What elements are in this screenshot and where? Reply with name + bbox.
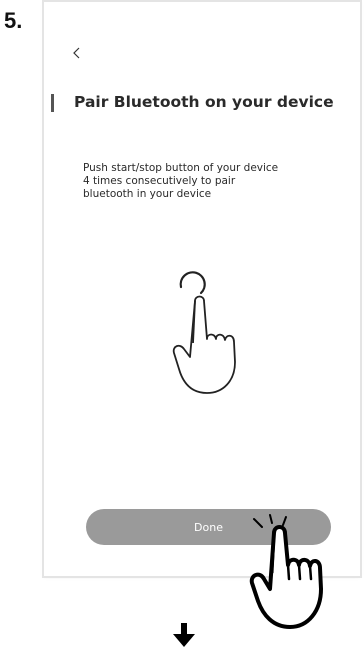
page-title: Pair Bluetooth on your device [74, 93, 334, 111]
instructions-text: Push start/stop button of your device 4 … [83, 162, 343, 201]
instructions-line-3: bluetooth in your device [83, 188, 212, 200]
down-arrow-icon [173, 623, 195, 647]
phone-screen: Pair Bluetooth on your device Push start… [44, 2, 360, 576]
back-button[interactable] [68, 44, 86, 62]
step-number: 5. [4, 8, 23, 33]
instructions-line-2: 4 times consecutively to pair [83, 175, 236, 187]
chevron-left-icon [73, 47, 80, 59]
title-accent-bar [51, 94, 54, 112]
pointing-hand-icon [249, 514, 323, 629]
hand-pressing-button-icon [172, 271, 236, 394]
instructions-line-1: Push start/stop button of your device [83, 162, 279, 174]
